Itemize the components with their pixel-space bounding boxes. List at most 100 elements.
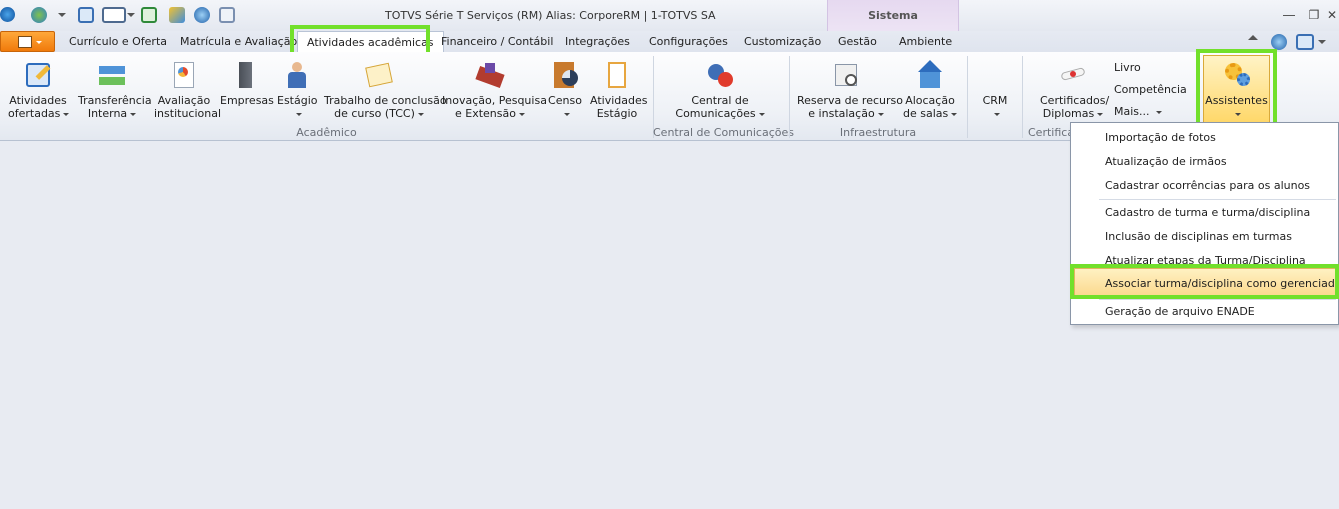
atividades-estagio-button[interactable]: Atividades Estágio: [590, 60, 647, 120]
view-icon[interactable]: [1296, 34, 1314, 50]
globe-icon[interactable]: [31, 7, 47, 23]
crm-button[interactable]: CRM: [977, 94, 1013, 120]
chevron-up-icon[interactable]: [1248, 35, 1258, 45]
atividades-ofertadas-button[interactable]: Atividades ofertadas: [8, 60, 70, 120]
tab-ambiente[interactable]: Ambiente: [899, 31, 952, 52]
group-label-infraestrutura: Infraestrutura: [839, 126, 917, 139]
layout-icon[interactable]: [102, 7, 126, 23]
button-label: e Extensão: [455, 107, 516, 120]
livro-item[interactable]: Livro: [1114, 61, 1141, 74]
empresas-button[interactable]: Empresas: [220, 60, 274, 107]
communication-icon: [705, 60, 735, 90]
button-label: Estágio: [277, 94, 318, 107]
button-label: ofertadas: [8, 107, 61, 120]
menu-icon: [18, 36, 32, 48]
chevron-down-icon[interactable]: [127, 13, 135, 19]
context-tab-label: Sistema: [868, 9, 918, 22]
menu-item-cadastrar-ocorrencias[interactable]: Cadastrar ocorrências para os alunos: [1105, 179, 1310, 192]
clipboard-chart-icon: [550, 60, 580, 90]
button-label: CRM: [982, 94, 1008, 107]
web-icon[interactable]: [194, 7, 210, 23]
reserva-recurso-button[interactable]: Reserva de recurso e instalação: [797, 60, 903, 120]
button-label: Certificados/: [1040, 94, 1110, 107]
button-label: Central de: [691, 94, 749, 107]
certificados-diplomas-button[interactable]: Certificados/ Diplomas: [1040, 60, 1110, 120]
tools-icon[interactable]: [169, 7, 185, 23]
copy-icon[interactable]: [219, 7, 235, 23]
chevron-down-icon: [417, 112, 424, 116]
edit-document-icon: [23, 60, 53, 90]
group-divider: [1022, 56, 1023, 138]
restore-icon[interactable]: ❐: [1307, 8, 1321, 22]
group-label-central-comunicacoes: Central de Comunicações: [653, 126, 794, 139]
diploma-icon: [1058, 60, 1088, 90]
menu-separator: [1099, 199, 1336, 200]
app-logo-icon: [0, 7, 15, 22]
chevron-down-icon[interactable]: [1318, 40, 1326, 46]
group-label-academico: Acadêmico: [296, 126, 357, 139]
tab-gestao[interactable]: Gestão: [838, 31, 877, 52]
central-comunicacoes-button[interactable]: Central de Comunicações: [675, 60, 765, 120]
menu-item-geracao-enade[interactable]: Geração de arquivo ENADE: [1105, 305, 1255, 318]
help-icon[interactable]: [1271, 34, 1287, 50]
button-label: de curso (TCC): [334, 107, 415, 120]
chevron-down-icon: [518, 112, 525, 116]
mais-item[interactable]: Mais...: [1114, 105, 1162, 118]
button-label: e instalação: [808, 107, 875, 120]
button-label: Transferência: [78, 94, 152, 107]
transferencia-interna-button[interactable]: Transferência Interna: [78, 60, 152, 120]
inovacao-button[interactable]: Inovação, Pesquisa e Extensão: [442, 60, 547, 120]
button-label: Alocação: [905, 94, 955, 107]
button-label: de salas: [903, 107, 949, 120]
play-icon[interactable]: [141, 7, 157, 23]
close-icon[interactable]: ✕: [1325, 8, 1339, 22]
group-label-certificados: Certifica: [1028, 126, 1070, 139]
menu-item-atualizacao-irmaos[interactable]: Atualização de irmãos: [1105, 155, 1227, 168]
chevron-down-icon[interactable]: [58, 13, 66, 19]
clipboard-icon: [602, 60, 632, 90]
app-menu-button[interactable]: [0, 31, 55, 52]
chevron-down-icon: [758, 112, 765, 116]
tab-customizacao[interactable]: Customização: [744, 31, 821, 52]
tcc-button[interactable]: Trabalho de conclusão de curso (TCC): [324, 60, 447, 120]
button-label: Atividades: [9, 94, 67, 107]
chevron-down-icon: [63, 112, 70, 116]
window-icon[interactable]: [78, 7, 94, 23]
button-label: Comunicações: [675, 107, 756, 120]
alocacao-salas-button[interactable]: Alocação de salas: [903, 60, 958, 120]
minimize-icon[interactable]: ―: [1282, 8, 1296, 22]
avaliacao-institucional-button[interactable]: Avaliação institucional: [154, 60, 222, 120]
menu-separator: [1099, 299, 1336, 300]
button-label: institucional: [154, 107, 222, 120]
button-label: Empresas: [220, 94, 274, 107]
group-divider: [967, 56, 968, 138]
menu-item-importacao-fotos[interactable]: Importação de fotos: [1105, 131, 1216, 144]
chevron-down-icon: [130, 112, 137, 116]
competencia-item[interactable]: Competência: [1114, 83, 1187, 96]
chevron-down-icon: [1155, 110, 1162, 114]
chevron-down-icon: [36, 41, 42, 44]
house-icon: [915, 60, 945, 90]
window-title: TOTVS Série T Serviços (RM) Alias: Corpo…: [385, 9, 716, 22]
mais-label: Mais...: [1114, 105, 1150, 118]
title-bar: TOTVS Série T Serviços (RM) Alias: Corpo…: [0, 0, 1339, 31]
tab-configuracoes[interactable]: Configurações: [649, 31, 728, 52]
button-label: Inovação, Pesquisa: [442, 94, 547, 107]
tab-curriculo-oferta[interactable]: Currículo e Oferta: [69, 31, 167, 52]
chevron-down-icon: [993, 112, 1000, 116]
button-label: Avaliação: [157, 94, 211, 107]
tab-matricula-avaliacao[interactable]: Matrícula e Avaliação: [180, 31, 297, 52]
censo-button[interactable]: Censo: [547, 60, 583, 120]
person-icon: [282, 60, 312, 90]
button-label: Trabalho de conclusão: [324, 94, 447, 107]
tab-integracoes[interactable]: Integrações: [565, 31, 630, 52]
building-icon: [230, 60, 260, 90]
highlight-menu-annotation: [1070, 264, 1339, 299]
estagio-button[interactable]: Estágio: [277, 60, 318, 120]
transfer-arrows-icon: [97, 60, 127, 90]
report-chart-icon: [169, 60, 199, 90]
tab-financeiro-contabil[interactable]: Financeiro / Contábil: [441, 31, 553, 52]
button-label: Reserva de recurso: [797, 94, 903, 107]
menu-item-cadastro-turma[interactable]: Cadastro de turma e turma/disciplina: [1105, 206, 1310, 219]
menu-item-inclusao-disciplinas[interactable]: Inclusão de disciplinas em turmas: [1105, 230, 1292, 243]
